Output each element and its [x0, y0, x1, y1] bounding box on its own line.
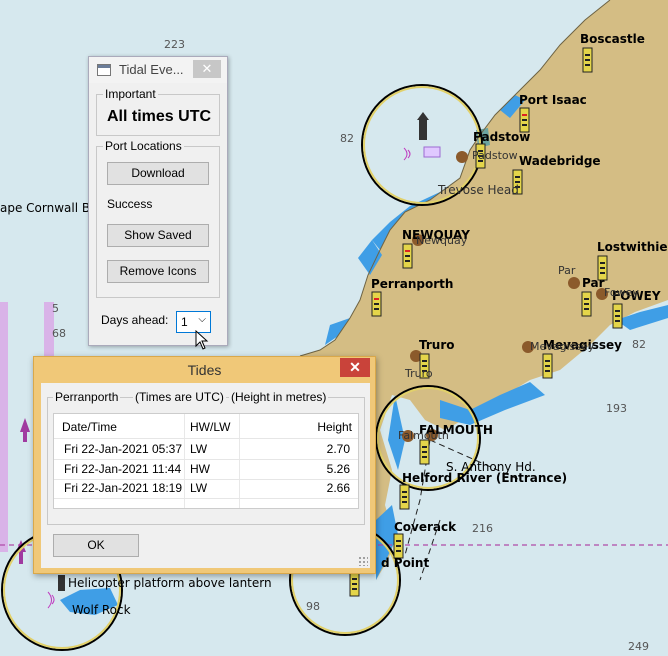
mouse-pointer-icon — [195, 330, 209, 350]
place-falmouth-name: Falmouth — [398, 429, 449, 442]
ok-button[interactable]: OK — [53, 534, 139, 557]
place-wadebridge[interactable]: Wadebridge — [519, 154, 601, 168]
row-type: LW — [190, 442, 208, 456]
port-locations-legend: Port Locations — [103, 139, 184, 153]
place-truro-name: Truro — [405, 367, 433, 380]
row-time: 11:44 — [152, 462, 182, 476]
chevron-down-icon: ⌵ — [198, 314, 206, 325]
tidal-events-window: Tidal Eve... ✕ Important All times UTC P… — [88, 56, 228, 350]
depth-label: 193 — [606, 402, 627, 415]
row-time: 05:37 — [152, 442, 183, 456]
depth-label: 249 — [628, 640, 649, 653]
place-wolf-rock: Wolf Rock — [72, 603, 131, 617]
row-type: HW — [190, 462, 210, 476]
place-point[interactable]: d Point — [381, 556, 429, 570]
place-port-isaac[interactable]: Port Isaac — [519, 93, 587, 107]
times-note: (Times are UTC) — [133, 390, 226, 404]
important-group: Important All times UTC — [96, 87, 220, 136]
port-name: Perranporth — [53, 390, 121, 404]
label-helicopter-platform: Helicopter platform above lantern — [68, 576, 272, 590]
place-coverack[interactable]: Coverack — [394, 520, 456, 534]
row-height: 2.70 — [326, 442, 350, 456]
place-mevagissey-name: Mevagissey — [530, 340, 595, 353]
place-par-name: Par — [558, 264, 576, 277]
resize-grip[interactable] — [358, 556, 368, 566]
depth-label: 223 — [164, 38, 185, 51]
column-header-hwlw[interactable]: HW/LW — [190, 420, 230, 434]
days-ahead-value: 1 — [181, 315, 188, 329]
depth-label: 5 — [52, 302, 59, 315]
depth-label: 98 — [306, 600, 320, 613]
tides-table[interactable]: Date/Time HW/LW Height Fri 22-Jan-2021 0… — [53, 413, 359, 509]
place-newquay-name: Newquay — [416, 234, 468, 247]
status-text: Success — [107, 197, 153, 211]
show-saved-button[interactable]: Show Saved — [107, 224, 209, 247]
download-button[interactable]: Download — [107, 162, 209, 185]
remove-icons-button[interactable]: Remove Icons — [107, 260, 209, 283]
tides-dialog: Tides ✕ Perranporth (Times are UTC) (Hei… — [33, 356, 376, 574]
place-boscastle[interactable]: Boscastle — [580, 32, 645, 46]
place-padstow[interactable]: Padstow — [473, 130, 530, 144]
place-trevose-head: Trevose Head — [438, 183, 519, 197]
row-height: 5.26 — [326, 462, 350, 476]
depth-label: 82 — [340, 132, 354, 145]
place-padstow-name: Padstow — [472, 149, 518, 162]
table-row[interactable]: Fri 22-Jan-2021 18:19 LW 2.66 — [54, 479, 358, 498]
tidal-events-titlebar[interactable]: Tidal Eve... ✕ — [89, 57, 227, 83]
important-legend: Important — [103, 87, 158, 101]
place-par[interactable]: Par — [582, 276, 605, 290]
column-header-datetime[interactable]: Date/Time — [62, 420, 117, 434]
close-icon[interactable]: ✕ — [193, 60, 221, 78]
place-truro[interactable]: Truro — [419, 338, 455, 352]
column-header-height[interactable]: Height — [317, 420, 352, 434]
place-fowey-name: Fowey — [604, 286, 639, 299]
height-note: (Height in metres) — [229, 390, 329, 404]
place-cape-cornwall: ape Cornwall Ba — [0, 201, 98, 215]
tides-table-header: Date/Time HW/LW Height — [54, 418, 358, 437]
row-time: 18:19 — [152, 481, 183, 495]
window-title: Tidal Eve... — [119, 62, 184, 77]
tides-title: Tides — [187, 362, 222, 378]
place-lostwithiel[interactable]: Lostwithiel — [597, 240, 668, 254]
close-icon[interactable]: ✕ — [340, 358, 370, 377]
row-date: Fri 22-Jan-2021 — [64, 462, 149, 476]
row-date: Fri 22-Jan-2021 — [64, 481, 149, 495]
window-app-icon — [97, 64, 111, 76]
place-perranporth[interactable]: Perranporth — [371, 277, 453, 291]
days-ahead-label: Days ahead: — [101, 313, 169, 327]
all-times-utc-label: All times UTC — [107, 108, 212, 125]
table-row[interactable]: Fri 22-Jan-2021 05:37 LW 2.70 — [54, 440, 358, 459]
table-row[interactable]: Fri 22-Jan-2021 11:44 HW 5.26 — [54, 460, 358, 479]
place-helford-river[interactable]: Helford River (Entrance) — [402, 471, 567, 485]
row-height: 2.66 — [326, 481, 350, 495]
depth-label: 82 — [632, 338, 646, 351]
tides-content: Perranporth (Times are UTC) (Height in m… — [41, 383, 370, 568]
depth-label: 68 — [52, 327, 66, 340]
row-date: Fri 22-Jan-2021 — [64, 442, 149, 456]
row-type: LW — [190, 481, 208, 495]
depth-label: 216 — [472, 522, 493, 535]
